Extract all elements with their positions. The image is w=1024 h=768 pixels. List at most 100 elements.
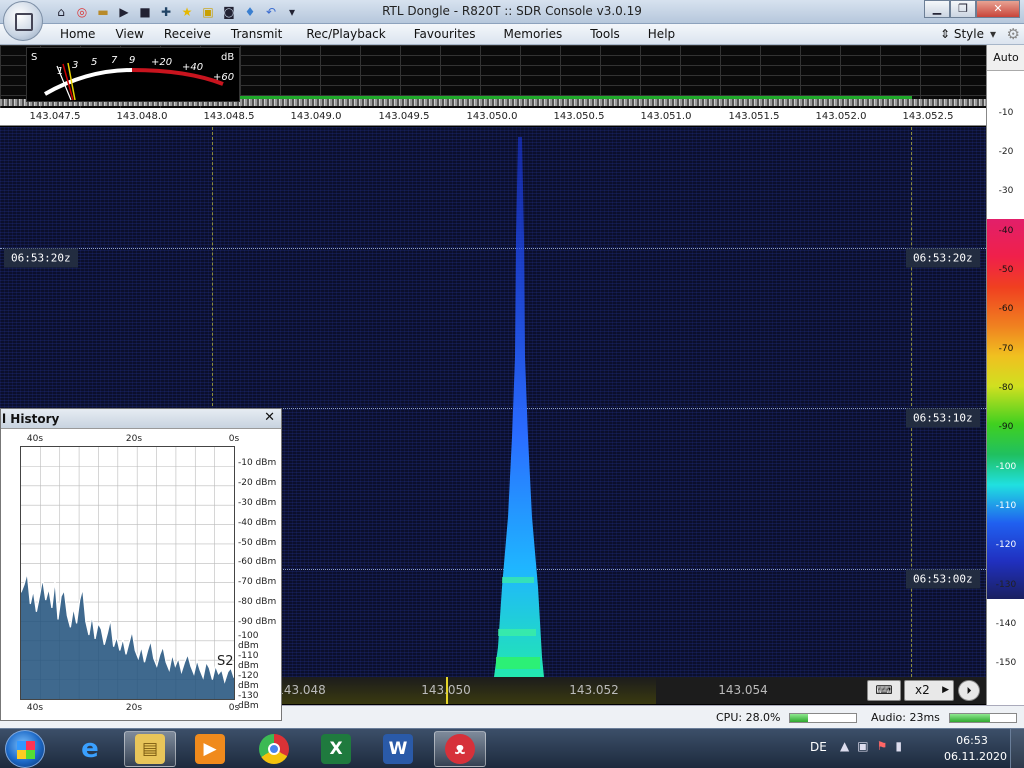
- scale-label: -10: [998, 108, 1014, 118]
- freq-tick: 143.048.0: [116, 111, 168, 122]
- title-bar: ⌂ ◎ ▬ ▶ ■ ✚ ★ ▣ ◙ ♦ ↶ ▾ RTL Dongle - R82…: [0, 0, 1024, 24]
- band-freq: 143.050: [421, 683, 471, 697]
- media-player-icon[interactable]: ▶: [184, 731, 236, 767]
- freq-tick: 143.049.5: [378, 111, 430, 122]
- menu-transmit[interactable]: Transmit: [221, 27, 292, 41]
- history-db-label: -10 dBm: [238, 458, 277, 468]
- close-button[interactable]: ✕: [976, 0, 1020, 18]
- window-title: RTL Dongle - R820T :: SDR Console v3.0.1…: [382, 4, 642, 18]
- system-tray: ▲ ▣ ⚑ ▮: [840, 739, 902, 753]
- scale-label: -20: [998, 147, 1014, 157]
- signal-history-panel[interactable]: l History ✕ 40s 20s 0s -10 dBm -20 dBm -…: [0, 408, 282, 721]
- freq-tick: 143.052.0: [815, 111, 867, 122]
- freq-tick: 143.047.5: [29, 111, 81, 122]
- style-menu-label: Style: [953, 27, 984, 41]
- scale-label: -70: [998, 344, 1014, 354]
- taskbar: e ▤ ▶ X W ᴥ DE ▲ ▣ ⚑ ▮ 06:53 06.11.2020: [0, 728, 1024, 768]
- maximize-button[interactable]: ❐: [950, 0, 976, 18]
- history-top-tick: 20s: [125, 434, 143, 444]
- minimize-button[interactable]: ▁: [924, 0, 950, 18]
- next-button[interactable]: ⏵: [958, 680, 980, 701]
- device-icon[interactable]: ▣: [857, 739, 868, 753]
- show-hidden-icons-icon[interactable]: ▲: [840, 739, 849, 753]
- close-icon[interactable]: ✕: [264, 410, 275, 425]
- sort-icon: ⇕: [939, 27, 954, 41]
- chrome-icon[interactable]: [248, 731, 300, 767]
- dropdown-arrow-icon: ▾: [989, 27, 996, 41]
- keyboard-icon: ⌨: [875, 683, 893, 697]
- start-button[interactable]: [5, 730, 45, 768]
- scale-label: -120: [995, 540, 1017, 550]
- windows-logo-icon: [17, 741, 35, 759]
- menu-tools[interactable]: Tools: [576, 27, 634, 41]
- band-freq: 143.052: [569, 683, 619, 697]
- panel-title-text: l History: [2, 412, 60, 426]
- s-meter-unit-s: S: [31, 52, 37, 63]
- time-label-left: 06:53:20z: [4, 248, 78, 268]
- auto-scale-button[interactable]: Auto: [987, 45, 1024, 71]
- signal-history-title: l History: [1, 409, 281, 429]
- history-db-label: -120 dBm: [238, 671, 259, 691]
- frequency-axis[interactable]: 143.047.5 143.048.0 143.048.5 143.049.0 …: [0, 108, 986, 126]
- s-meter-label-5: 5: [91, 57, 97, 68]
- window-controls: ▁ ❐ ✕: [924, 0, 1020, 18]
- history-db-label: -60 dBm: [238, 557, 277, 567]
- filter-edge-right[interactable]: [911, 127, 912, 677]
- history-db-label: -20 dBm: [238, 478, 277, 488]
- history-db-label: -80 dBm: [238, 597, 277, 607]
- s-meter-label-9: 9: [129, 55, 135, 66]
- clock[interactable]: 06:53 06.11.2020: [944, 733, 1007, 765]
- file-explorer-icon[interactable]: ▤: [124, 731, 176, 767]
- excel-icon[interactable]: X: [310, 731, 362, 767]
- history-db-label: -30 dBm: [238, 498, 277, 508]
- internet-explorer-icon[interactable]: e: [64, 731, 116, 767]
- clock-date: 06.11.2020: [944, 750, 1007, 763]
- history-db-label: -110 dBm: [238, 651, 259, 671]
- history-bottom-tick: 40s: [26, 703, 44, 713]
- menu-rec-playback[interactable]: Rec/Playback: [292, 27, 399, 41]
- history-db-label: -100 dBm: [238, 631, 259, 651]
- time-label-right: 06:53:00z: [906, 569, 980, 589]
- s-meter-unit-db: dB: [221, 52, 234, 63]
- freq-tick: 143.048.5: [203, 111, 255, 122]
- play-arrow-icon: ▶: [942, 685, 949, 695]
- word-icon[interactable]: W: [372, 731, 424, 767]
- scale-label: -110: [995, 501, 1017, 511]
- keyboard-button[interactable]: ⌨: [867, 680, 901, 701]
- network-icon[interactable]: ▮: [895, 739, 902, 753]
- band-overview[interactable]: 143.048 143.050 143.052 143.054 ⌨ x2 ▶ ⏵: [276, 677, 986, 704]
- history-area: [21, 573, 234, 699]
- history-db-label: -90 dBm: [238, 617, 277, 627]
- scale-label: -140: [995, 619, 1017, 629]
- menu-help[interactable]: Help: [634, 27, 689, 41]
- history-s-reading: S2: [217, 654, 234, 669]
- show-desktop-button[interactable]: [1010, 729, 1024, 768]
- history-top-tick: 40s: [26, 434, 44, 444]
- gear-icon[interactable]: ⚙: [1007, 25, 1020, 43]
- flag-icon[interactable]: ⚑: [877, 739, 888, 753]
- menu-view[interactable]: View: [105, 27, 153, 41]
- skip-icon: ⏵: [966, 686, 972, 697]
- s-meter-label-1: 1: [57, 66, 63, 77]
- scale-label: -80: [998, 383, 1014, 393]
- menu-memories[interactable]: Memories: [490, 27, 577, 41]
- freq-tick: 143.052.5: [902, 111, 954, 122]
- history-db-label: -50 dBm: [238, 538, 277, 548]
- zoom-select[interactable]: x2 ▶: [904, 680, 954, 701]
- audio-meter-fill: [950, 714, 990, 722]
- history-top-tick: 0s: [228, 434, 240, 444]
- scale-label: -30: [998, 186, 1014, 196]
- language-indicator[interactable]: DE: [810, 740, 827, 754]
- menu-receive[interactable]: Receive: [154, 27, 221, 41]
- sdr-console-icon[interactable]: ᴥ: [434, 731, 486, 767]
- menu-favourites[interactable]: Favourites: [400, 27, 490, 41]
- cpu-meter-fill: [790, 714, 809, 722]
- history-bottom-tick: 20s: [125, 703, 143, 713]
- level-scale[interactable]: Auto -40 -50 -60 -70 -80 -90 -100 -110 -…: [986, 45, 1024, 705]
- style-menu[interactable]: ⇕ Style ▾: [940, 27, 996, 41]
- scale-label: -100: [995, 462, 1017, 472]
- signal-history-chart: [20, 446, 235, 700]
- freq-tick: 143.051.5: [728, 111, 780, 122]
- app-menu-button[interactable]: [3, 1, 43, 41]
- menu-home[interactable]: Home: [50, 27, 105, 41]
